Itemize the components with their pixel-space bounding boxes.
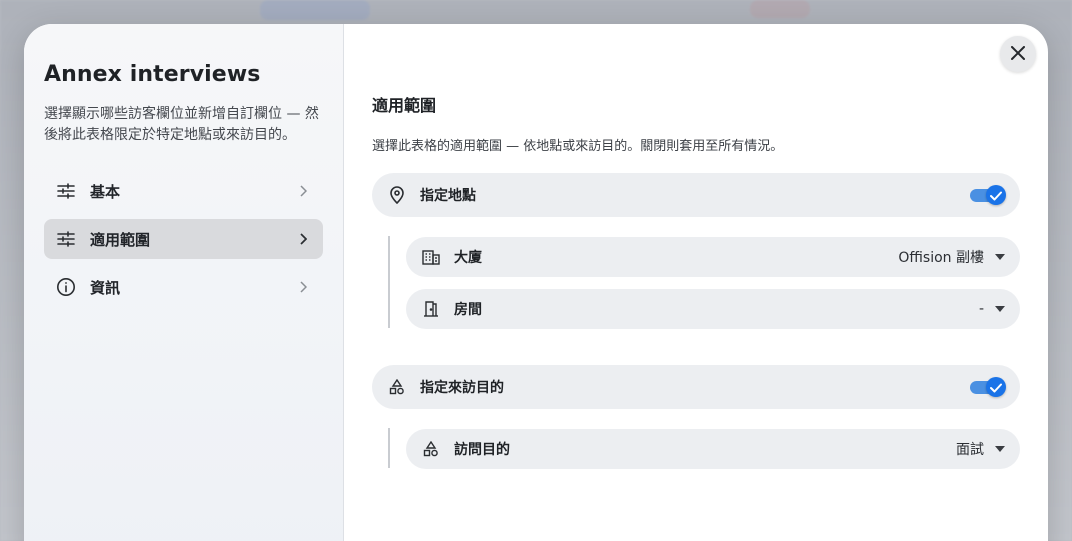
- close-button[interactable]: [1000, 36, 1036, 72]
- location-toggle-row[interactable]: 指定地點: [372, 173, 1020, 217]
- close-icon: [1011, 45, 1025, 64]
- sliders-icon: [56, 181, 76, 201]
- sidebar-item-basic[interactable]: 基本: [44, 171, 323, 211]
- shapes-icon: [388, 378, 406, 396]
- caret-down-icon: [994, 251, 1006, 263]
- purpose-toggle-label: 指定來訪目的: [420, 380, 504, 396]
- sidebar-nav: 基本 適用範圍 資訊: [44, 171, 323, 315]
- shapes-icon: [422, 440, 440, 458]
- sidebar-item-label: 資訊: [90, 278, 121, 297]
- info-icon: [56, 277, 76, 297]
- section-title: 適用範圍: [372, 96, 437, 115]
- visit-purpose-value: 面試: [956, 442, 984, 458]
- visit-purpose-select[interactable]: 訪問目的 面試: [406, 429, 1020, 469]
- room-select-value: -: [978, 301, 984, 317]
- location-toggle-switch[interactable]: [970, 183, 1006, 207]
- sliders-icon: [56, 229, 76, 249]
- chevron-right-icon: [295, 279, 311, 295]
- dialog-description: 選擇顯示哪些訪客欄位並新增自訂欄位 — 然後將此表格限定於特定地點或來訪目的。: [44, 106, 319, 143]
- purpose-toggle-switch[interactable]: [970, 375, 1006, 399]
- check-icon: [990, 378, 1002, 397]
- caret-down-icon: [994, 303, 1006, 315]
- room-select[interactable]: 房間 -: [406, 289, 1020, 329]
- chevron-right-icon: [295, 183, 311, 199]
- main-panel: 適用範圍 選擇此表格的適用範圍 — 依地點或來訪目的。關閉則套用至所有情況。 指…: [344, 24, 1048, 541]
- chevron-right-icon: [295, 231, 311, 247]
- building-select[interactable]: 大廈 Offision 副樓: [406, 237, 1020, 277]
- purpose-toggle-row[interactable]: 指定來訪目的: [372, 365, 1020, 409]
- door-icon: [422, 300, 440, 318]
- location-toggle-label: 指定地點: [420, 188, 476, 204]
- tree-connector: [388, 428, 390, 468]
- caret-down-icon: [994, 443, 1006, 455]
- sidebar-item-label: 基本: [90, 182, 121, 201]
- visit-purpose-label: 訪問目的: [454, 442, 510, 458]
- sidebar-item-info[interactable]: 資訊: [44, 267, 323, 307]
- dialog-title: Annex interviews: [44, 62, 261, 87]
- tree-connector: [388, 236, 390, 328]
- settings-dialog: Annex interviews 選擇顯示哪些訪客欄位並新增自訂欄位 — 然後將…: [24, 24, 1048, 541]
- building-icon: [422, 248, 440, 266]
- sidebar: Annex interviews 選擇顯示哪些訪客欄位並新增自訂欄位 — 然後將…: [24, 24, 344, 541]
- section-description: 選擇此表格的適用範圍 — 依地點或來訪目的。關閉則套用至所有情況。: [372, 139, 784, 154]
- location-pin-icon: [388, 186, 406, 204]
- sidebar-item-scope[interactable]: 適用範圍: [44, 219, 323, 259]
- room-select-label: 房間: [454, 302, 482, 318]
- building-select-value: Offision 副樓: [898, 250, 984, 266]
- check-icon: [990, 186, 1002, 205]
- sidebar-item-label: 適用範圍: [90, 230, 151, 249]
- building-select-label: 大廈: [454, 250, 482, 266]
